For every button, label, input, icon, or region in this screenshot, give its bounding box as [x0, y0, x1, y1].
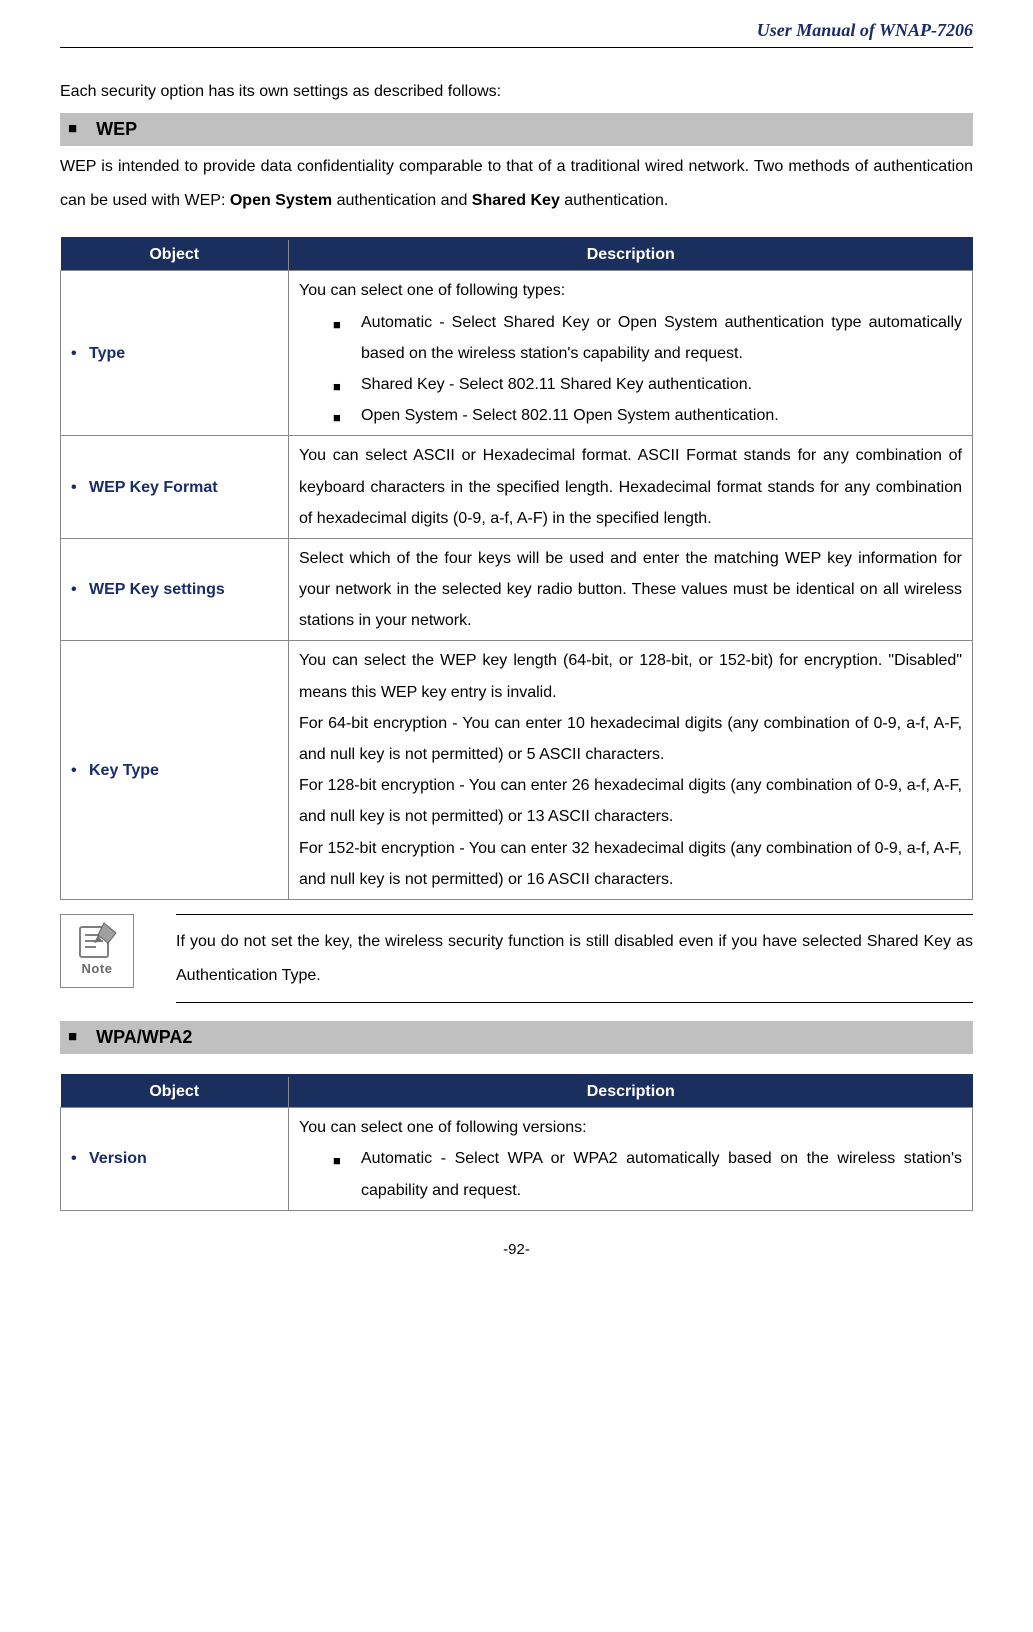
note-text: If you do not set the key, the wireless …	[176, 914, 973, 1003]
table-header-object: Object	[61, 1076, 289, 1108]
desc-lead: You can select one of following types:	[299, 275, 962, 306]
list-item: ■ Automatic - Select WPA or WPA2 automat…	[333, 1143, 962, 1205]
desc-lead: You can select one of following versions…	[299, 1112, 962, 1143]
object-label: Type	[89, 338, 278, 369]
desc-text: Select which of the four keys will be us…	[289, 538, 973, 641]
square-bullet-icon: ■	[333, 307, 361, 369]
square-bullet-icon: ■	[68, 120, 77, 137]
bullet-icon: •	[71, 338, 89, 369]
section-wpa-title: WPA/WPA2	[96, 1027, 192, 1047]
table-row: • WEP Key settings Select which of the f…	[61, 538, 973, 641]
bullet-icon: •	[71, 574, 89, 605]
header-rule	[60, 47, 973, 48]
table-row: • Key Type You can select the WEP key le…	[61, 641, 973, 900]
note-icon: Note	[60, 914, 134, 988]
note-block: Note If you do not set the key, the wire…	[60, 914, 973, 1003]
bullet-icon: •	[71, 472, 89, 503]
bullet-icon: •	[71, 1143, 89, 1174]
table-row: • Version You can select one of followin…	[61, 1108, 973, 1211]
page-number: -92-	[60, 1241, 973, 1258]
wpa-settings-table: Object Description • Version You can sel…	[60, 1074, 973, 1211]
square-bullet-icon: ■	[333, 400, 361, 431]
table-header-description: Description	[289, 239, 973, 271]
table-header-object: Object	[61, 239, 289, 271]
section-wep-title: WEP	[96, 119, 137, 139]
page-header-title: User Manual of WNAP-7206	[60, 20, 973, 41]
square-bullet-icon: ■	[68, 1028, 77, 1045]
note-label: Note	[61, 961, 133, 976]
square-bullet-icon: ■	[333, 369, 361, 400]
object-label: WEP Key settings	[89, 574, 278, 605]
wep-settings-table: Object Description • Type You can select…	[60, 237, 973, 900]
intro-text: Each security option has its own setting…	[60, 78, 973, 105]
table-row: • Type You can select one of following t…	[61, 271, 973, 436]
section-wep-header: ■ WEP	[60, 113, 973, 146]
square-bullet-icon: ■	[333, 1143, 361, 1205]
object-label: WEP Key Format	[89, 472, 278, 503]
object-label: Version	[89, 1143, 278, 1174]
list-item: ■ Shared Key - Select 802.11 Shared Key …	[333, 369, 962, 400]
table-row: • WEP Key Format You can select ASCII or…	[61, 436, 973, 539]
wep-description: WEP is intended to provide data confiden…	[60, 150, 973, 217]
bullet-icon: •	[71, 755, 89, 786]
list-item: ■ Open System - Select 802.11 Open Syste…	[333, 400, 962, 431]
list-item: ■ Automatic - Select Shared Key or Open …	[333, 307, 962, 369]
table-header-description: Description	[289, 1076, 973, 1108]
section-wpa-header: ■ WPA/WPA2	[60, 1021, 973, 1054]
object-label: Key Type	[89, 755, 278, 786]
